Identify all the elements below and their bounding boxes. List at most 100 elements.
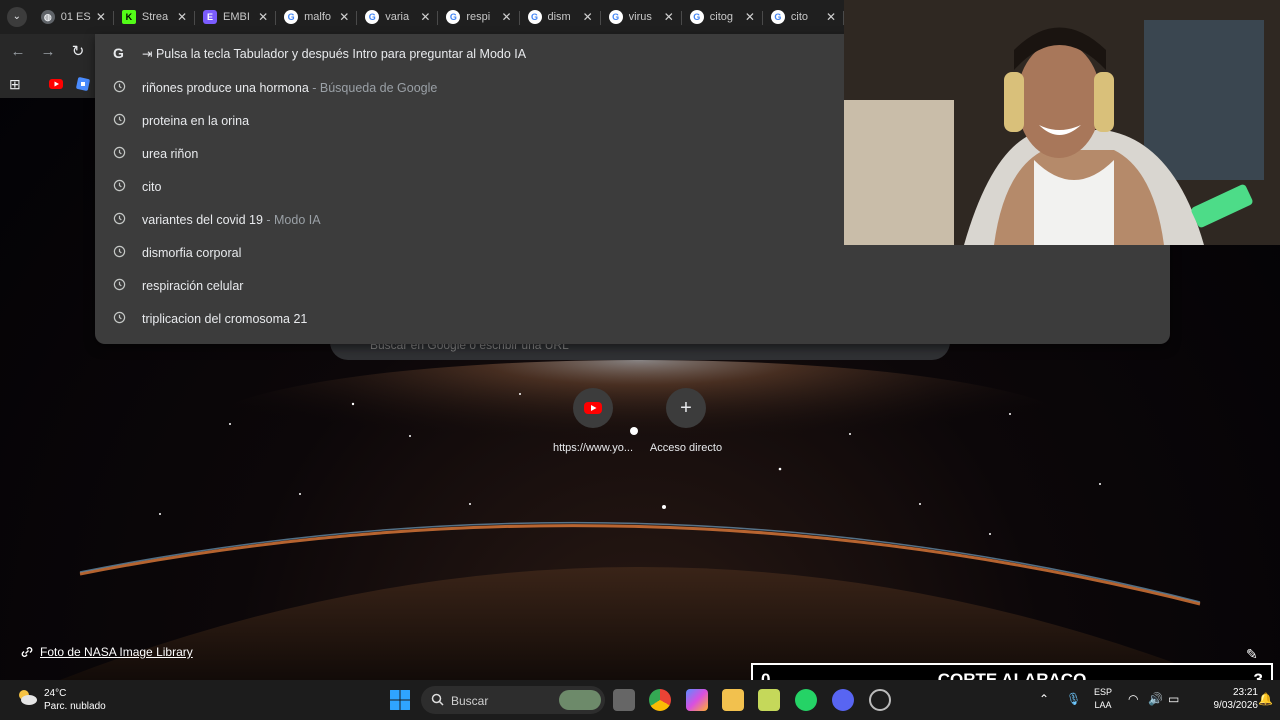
tab[interactable]: G respi ✕	[438, 3, 520, 31]
windows-start-icon[interactable]	[389, 689, 411, 711]
date: 9/03/2026	[1213, 700, 1259, 711]
tab-title: Strea	[141, 11, 169, 23]
partly-cloudy-icon	[19, 690, 37, 705]
tab[interactable]: G cito ✕	[763, 3, 845, 31]
youtube-icon[interactable]	[48, 76, 64, 92]
time: 23:21	[1232, 687, 1258, 698]
tab-search-button[interactable]: ⌄	[7, 7, 27, 27]
close-icon[interactable]: ✕	[662, 10, 676, 24]
ai-mode-hint: ⇥ Pulsa la tecla Tabulador y después Int…	[142, 47, 527, 61]
google-icon: G	[113, 45, 124, 61]
tab-title: malfo	[304, 11, 332, 23]
reload-icon[interactable]: ↻	[68, 42, 88, 62]
roblox-icon[interactable]	[75, 76, 91, 92]
history-icon	[113, 278, 126, 291]
file-explorer-icon[interactable]	[722, 689, 744, 711]
search-highlight-icon	[559, 690, 601, 710]
suggestion-text: triplicacion del cromosoma 21	[142, 312, 308, 326]
language-indicator[interactable]: ESP LAA	[1094, 686, 1112, 712]
photo-credit-link[interactable]: Foto de NASA Image Library	[40, 645, 193, 659]
google-icon: G	[770, 10, 785, 24]
discord-icon[interactable]	[832, 689, 854, 711]
chrome-icon[interactable]	[649, 689, 671, 711]
google-icon: G	[284, 10, 299, 24]
suggestion-source: - Modo IA	[262, 213, 321, 227]
keyboard-layout: LAA	[1094, 700, 1112, 710]
whatsapp-icon[interactable]	[795, 689, 817, 711]
photo-credit[interactable]: Foto de NASA Image Library	[20, 645, 193, 659]
tab[interactable]: E EMBI ✕	[195, 3, 277, 31]
weather-widget[interactable]: 24°C Parc. nublado	[16, 687, 106, 713]
google-icon: G	[365, 10, 380, 24]
task-view-icon[interactable]	[613, 689, 635, 711]
suggestion-item[interactable]: respiración celular	[95, 269, 1170, 302]
notification-bell-icon[interactable]: 🔔	[1258, 692, 1273, 706]
battery-icon[interactable]: ▭	[1168, 692, 1179, 706]
webcam-overlay	[844, 0, 1280, 245]
tab-title: virus	[628, 11, 652, 23]
taskbar-search-text: Buscar	[451, 694, 489, 708]
forward-arrow-icon[interactable]: →	[38, 42, 58, 62]
history-icon	[113, 179, 126, 192]
apps-grid-icon[interactable]: ⊞	[9, 76, 25, 92]
app-icon[interactable]	[869, 689, 891, 711]
history-icon	[113, 80, 126, 93]
store-icon[interactable]	[758, 689, 780, 711]
close-icon[interactable]: ✕	[418, 10, 432, 24]
history-icon	[113, 113, 126, 126]
tab-title: citog	[709, 11, 733, 23]
close-icon[interactable]: ✕	[743, 10, 757, 24]
tab[interactable]: G citog ✕	[682, 3, 764, 31]
shortcut-label: Acceso directo	[649, 442, 723, 454]
history-icon	[113, 212, 126, 225]
suggestion-text: respiración celular	[142, 279, 244, 293]
google-icon: G	[689, 10, 704, 24]
suggestion-text: urea riñon	[142, 147, 199, 161]
close-icon[interactable]: ✕	[500, 10, 514, 24]
close-icon[interactable]: ✕	[581, 10, 595, 24]
tab[interactable]: G virus ✕	[601, 3, 682, 31]
copilot-icon[interactable]	[686, 689, 708, 711]
tab[interactable]: ◍ 01 ES ✕	[33, 3, 115, 31]
tab[interactable]: G varia ✕	[357, 3, 439, 31]
suggestion-text: proteina en la orina	[142, 114, 250, 128]
suggestion-item[interactable]: triplicacion del cromosoma 21	[95, 302, 1170, 335]
tab[interactable]: G dism ✕	[520, 3, 601, 31]
tab-title: dism	[547, 11, 571, 23]
clock[interactable]: 23:21 9/03/2026	[1194, 686, 1259, 712]
tab-title: EMBI	[223, 11, 250, 23]
tab[interactable]: K Strea ✕	[114, 3, 196, 31]
google-icon: G	[446, 10, 461, 24]
globe-icon: ◍	[40, 10, 55, 24]
embi-icon: E	[203, 10, 217, 24]
close-icon[interactable]: ✕	[94, 10, 108, 24]
add-shortcut-button[interactable]: + Acceso directo	[641, 388, 731, 454]
volume-icon[interactable]: 🔊	[1148, 692, 1163, 706]
shortcut-youtube[interactable]: https://www.yo...	[548, 388, 638, 454]
google-icon: G	[608, 10, 623, 24]
youtube-icon	[573, 388, 613, 428]
tab-strip: ⌄ ◍ 01 ES ✕ K Strea ✕ E EMBI ✕ G malfo ✕…	[0, 0, 845, 34]
close-icon[interactable]: ✕	[824, 10, 838, 24]
close-icon[interactable]: ✕	[337, 10, 351, 24]
suggestion-text: dismorfia corporal	[142, 246, 242, 260]
tab[interactable]: G malfo ✕	[276, 3, 358, 31]
suggestion-text: variantes del covid 19	[142, 213, 263, 227]
back-arrow-icon[interactable]: ←	[8, 42, 28, 62]
tab-title: cito	[790, 11, 808, 23]
microphone-icon[interactable]: 🎙	[1066, 692, 1081, 706]
link-icon	[21, 647, 33, 657]
taskbar-search[interactable]: Buscar	[421, 686, 605, 714]
wifi-icon[interactable]: ◠	[1128, 692, 1138, 706]
tab-title: varia	[385, 11, 410, 23]
close-icon[interactable]: ✕	[256, 10, 270, 24]
taskbar: 24°C Parc. nublado Buscar ⌃ 🎙 ESP LAA ◠ …	[0, 680, 1280, 720]
suggestion-text: cito	[142, 180, 162, 194]
chevron-up-icon[interactable]: ⌃	[1039, 692, 1049, 706]
weather-desc: Parc. nublado	[44, 701, 106, 712]
shortcut-label: https://www.yo...	[552, 442, 634, 454]
search-icon	[431, 693, 444, 706]
close-icon[interactable]: ✕	[175, 10, 189, 24]
suggestion-source: - Búsqueda de Google	[308, 81, 438, 95]
pencil-icon[interactable]: ✎	[1246, 646, 1258, 663]
